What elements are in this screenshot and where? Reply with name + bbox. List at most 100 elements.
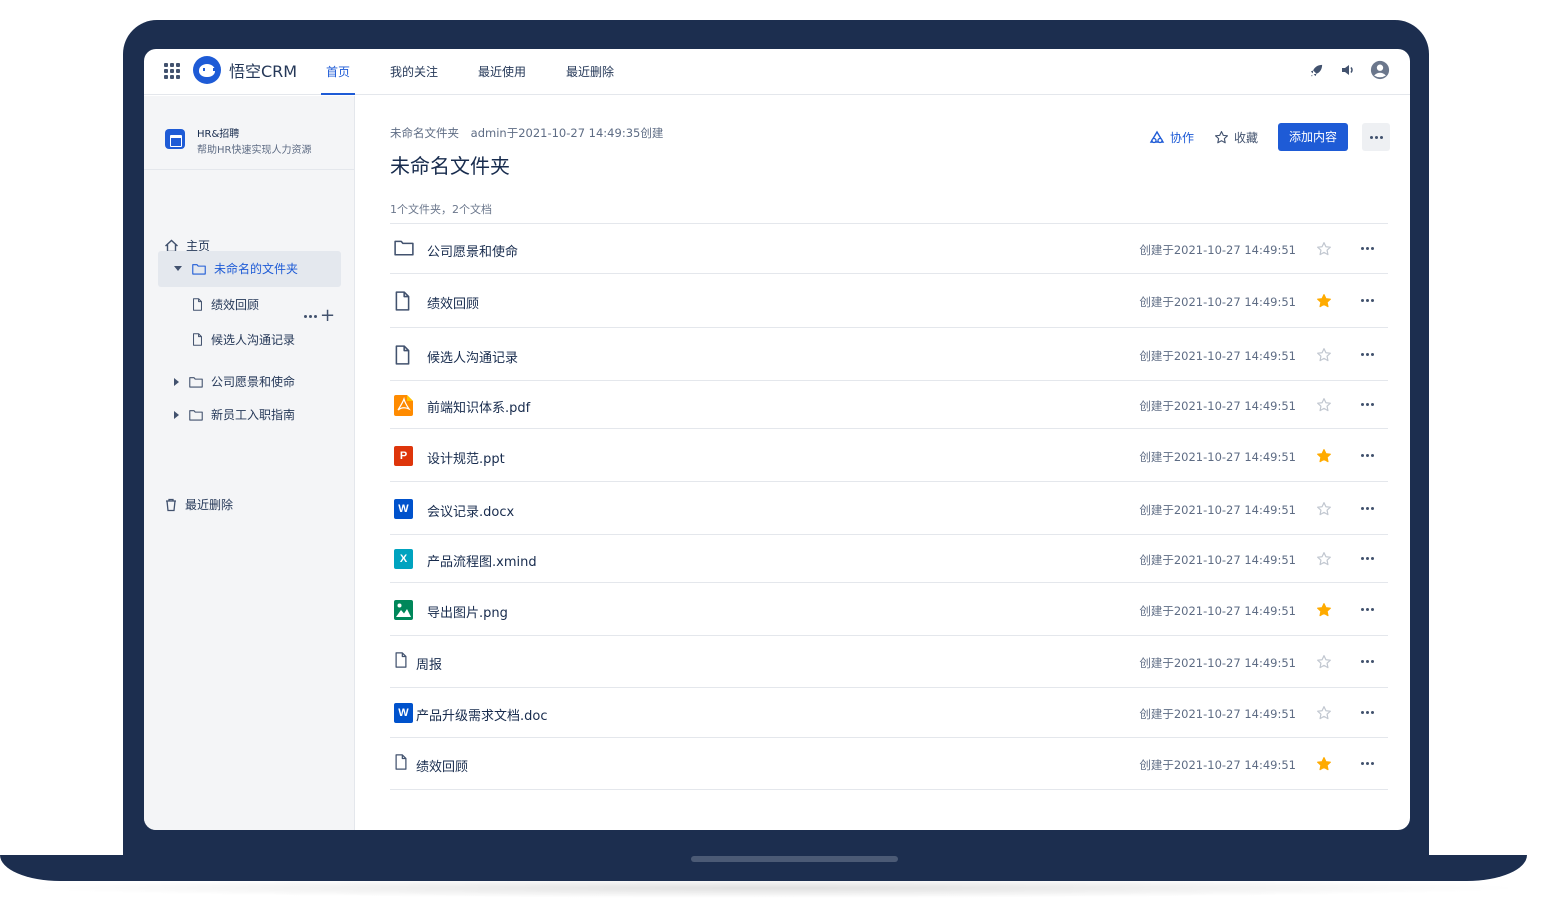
row-more-button[interactable] [1361, 762, 1374, 765]
tree-item[interactable]: 公司愿景和使命 [174, 373, 295, 390]
star-outline-icon[interactable] [1316, 241, 1332, 257]
row-more-button[interactable] [1361, 660, 1374, 663]
favorite-toggle[interactable] [1316, 241, 1332, 261]
tree-item[interactable]: 绩效回顾 [192, 296, 259, 313]
row-more-button[interactable] [1361, 352, 1374, 356]
laptop-shadow [20, 878, 1530, 898]
app-grid-icon[interactable] [164, 63, 180, 79]
file-icon-wrap: W [394, 498, 413, 519]
star-filled-icon[interactable] [1316, 756, 1332, 772]
tree-more-button[interactable] [304, 315, 317, 318]
star-filled-icon[interactable] [1316, 448, 1332, 464]
favorite-toggle[interactable] [1316, 551, 1332, 571]
tab-2[interactable]: 最近使用 [473, 49, 531, 95]
row-more-button[interactable] [1361, 711, 1374, 714]
favorite-toggle[interactable] [1316, 293, 1332, 313]
space-name: HR&招聘 [197, 129, 240, 140]
file-name[interactable]: 绩效回顾 [416, 756, 468, 775]
file-row[interactable]: 周报 创建于2021-10-27 14:49:51 [390, 636, 1388, 688]
favorite-toggle[interactable] [1316, 448, 1332, 468]
favorite-button[interactable]: 收藏 [1214, 129, 1258, 146]
file-name[interactable]: 公司愿景和使命 [427, 241, 518, 260]
tab-3[interactable]: 最近删除 [561, 49, 619, 95]
favorite-toggle[interactable] [1316, 756, 1332, 776]
star-outline-icon[interactable] [1316, 347, 1332, 363]
file-name[interactable]: 候选人沟通记录 [427, 347, 518, 366]
file-row[interactable]: P 设计规范.ppt 创建于2021-10-27 14:49:51 [390, 429, 1388, 482]
file-name[interactable]: 设计规范.ppt [427, 448, 505, 467]
file-row[interactable]: 绩效回顾 创建于2021-10-27 14:49:51 [390, 738, 1388, 790]
pdf-file-icon [394, 395, 413, 416]
user-avatar-icon[interactable] [1370, 60, 1390, 80]
file-name[interactable]: 周报 [416, 654, 442, 673]
file-name[interactable]: 绩效回顾 [427, 293, 479, 312]
star-outline-icon[interactable] [1316, 397, 1332, 413]
more-icon [304, 315, 317, 318]
row-more-button[interactable] [1361, 453, 1374, 457]
favorite-toggle[interactable] [1316, 347, 1332, 367]
row-more-button[interactable] [1361, 403, 1374, 406]
file-name[interactable]: 前端知识体系.pdf [427, 397, 530, 416]
file-row[interactable]: 前端知识体系.pdf 创建于2021-10-27 14:49:51 [390, 381, 1388, 429]
favorite-toggle[interactable] [1316, 654, 1332, 674]
file-row[interactable]: W 产品升级需求文档.doc 创建于2021-10-27 14:49:51 [390, 688, 1388, 738]
add-content-button[interactable]: 添加内容 [1277, 123, 1348, 151]
row-more-button[interactable] [1361, 506, 1374, 510]
sidebar-item-trash[interactable]: 最近删除 [164, 496, 233, 513]
tree-item[interactable]: 候选人沟通记录 [192, 331, 295, 348]
file-row[interactable]: W 会议记录.docx 创建于2021-10-27 14:49:51 [390, 482, 1388, 535]
rocket-icon[interactable] [1306, 60, 1326, 80]
space-card[interactable]: HR&招聘 帮助HR快速实现人力资源 [144, 96, 354, 170]
file-row[interactable]: 导出图片.png 创建于2021-10-27 14:49:51 [390, 583, 1388, 636]
more-icon [1361, 352, 1374, 356]
document-icon [395, 754, 407, 770]
app-logo[interactable]: 悟空CRM [193, 56, 297, 84]
breadcrumb-meta: admin于2021-10-27 14:49:35创建 [470, 126, 664, 140]
caret-right-icon[interactable] [174, 410, 179, 419]
tab-1[interactable]: 我的关注 [385, 49, 443, 95]
tree-item[interactable]: 新员工入职指南 [174, 406, 295, 423]
caret-right-icon[interactable] [174, 377, 179, 386]
row-more-button[interactable] [1361, 557, 1374, 560]
tab-0[interactable]: 首页 [321, 49, 356, 95]
star-outline-icon[interactable] [1316, 501, 1332, 517]
more-icon [1361, 607, 1374, 611]
content-counts: 1个文件夹，2个文档 [390, 203, 492, 216]
file-row[interactable]: 候选人沟通记录 创建于2021-10-27 14:49:51 [390, 328, 1388, 381]
collaborate-icon [1149, 130, 1165, 144]
file-row[interactable]: X 产品流程图.xmind 创建于2021-10-27 14:49:51 [390, 535, 1388, 583]
favorite-toggle[interactable] [1316, 397, 1332, 417]
more-icon [1361, 453, 1374, 457]
star-outline-icon[interactable] [1316, 654, 1332, 670]
row-more-button[interactable] [1361, 299, 1374, 302]
star-filled-icon[interactable] [1316, 602, 1332, 618]
file-name[interactable]: 导出图片.png [427, 602, 508, 621]
main-content: 未命名文件夹 admin于2021-10-27 14:49:35创建 未命名文件… [390, 96, 1390, 830]
collaborate-button[interactable]: 协作 [1149, 129, 1194, 146]
folder-icon [192, 263, 206, 275]
file-name[interactable]: 会议记录.docx [427, 501, 514, 520]
file-row[interactable]: 公司愿景和使命 创建于2021-10-27 14:49:51 [390, 224, 1388, 274]
star-outline-icon[interactable] [1316, 551, 1332, 567]
file-name[interactable]: 产品升级需求文档.doc [416, 705, 548, 724]
favorite-toggle[interactable] [1316, 705, 1332, 725]
add-child-button[interactable]: + [320, 307, 335, 325]
favorite-toggle[interactable] [1316, 501, 1332, 521]
file-name[interactable]: 产品流程图.xmind [427, 551, 537, 570]
speaker-icon[interactable] [1338, 60, 1358, 80]
nav-tabs: 首页 我的关注 最近使用 最近删除 [321, 49, 649, 95]
caret-down-icon[interactable] [174, 266, 182, 271]
row-more-button[interactable] [1361, 247, 1374, 250]
document-icon [395, 652, 407, 668]
favorite-toggle[interactable] [1316, 602, 1332, 622]
star-filled-icon[interactable] [1316, 293, 1332, 309]
top-navbar: 悟空CRM 首页 我的关注 最近使用 最近删除 [144, 49, 1410, 95]
row-more-button[interactable] [1361, 607, 1374, 611]
more-actions-button[interactable] [1362, 123, 1390, 151]
breadcrumb-folder[interactable]: 未命名文件夹 [390, 126, 459, 140]
tree-item[interactable]: 未命名的文件夹 [174, 260, 298, 277]
file-row[interactable]: 绩效回顾 创建于2021-10-27 14:49:51 [390, 274, 1388, 328]
star-outline-icon[interactable] [1316, 705, 1332, 721]
file-created-date: 创建于2021-10-27 14:49:51 [1139, 295, 1296, 309]
sidebar: HR&招聘 帮助HR快速实现人力资源 主页 目录 + 未命名的文件夹绩效回顾候选… [144, 96, 355, 830]
